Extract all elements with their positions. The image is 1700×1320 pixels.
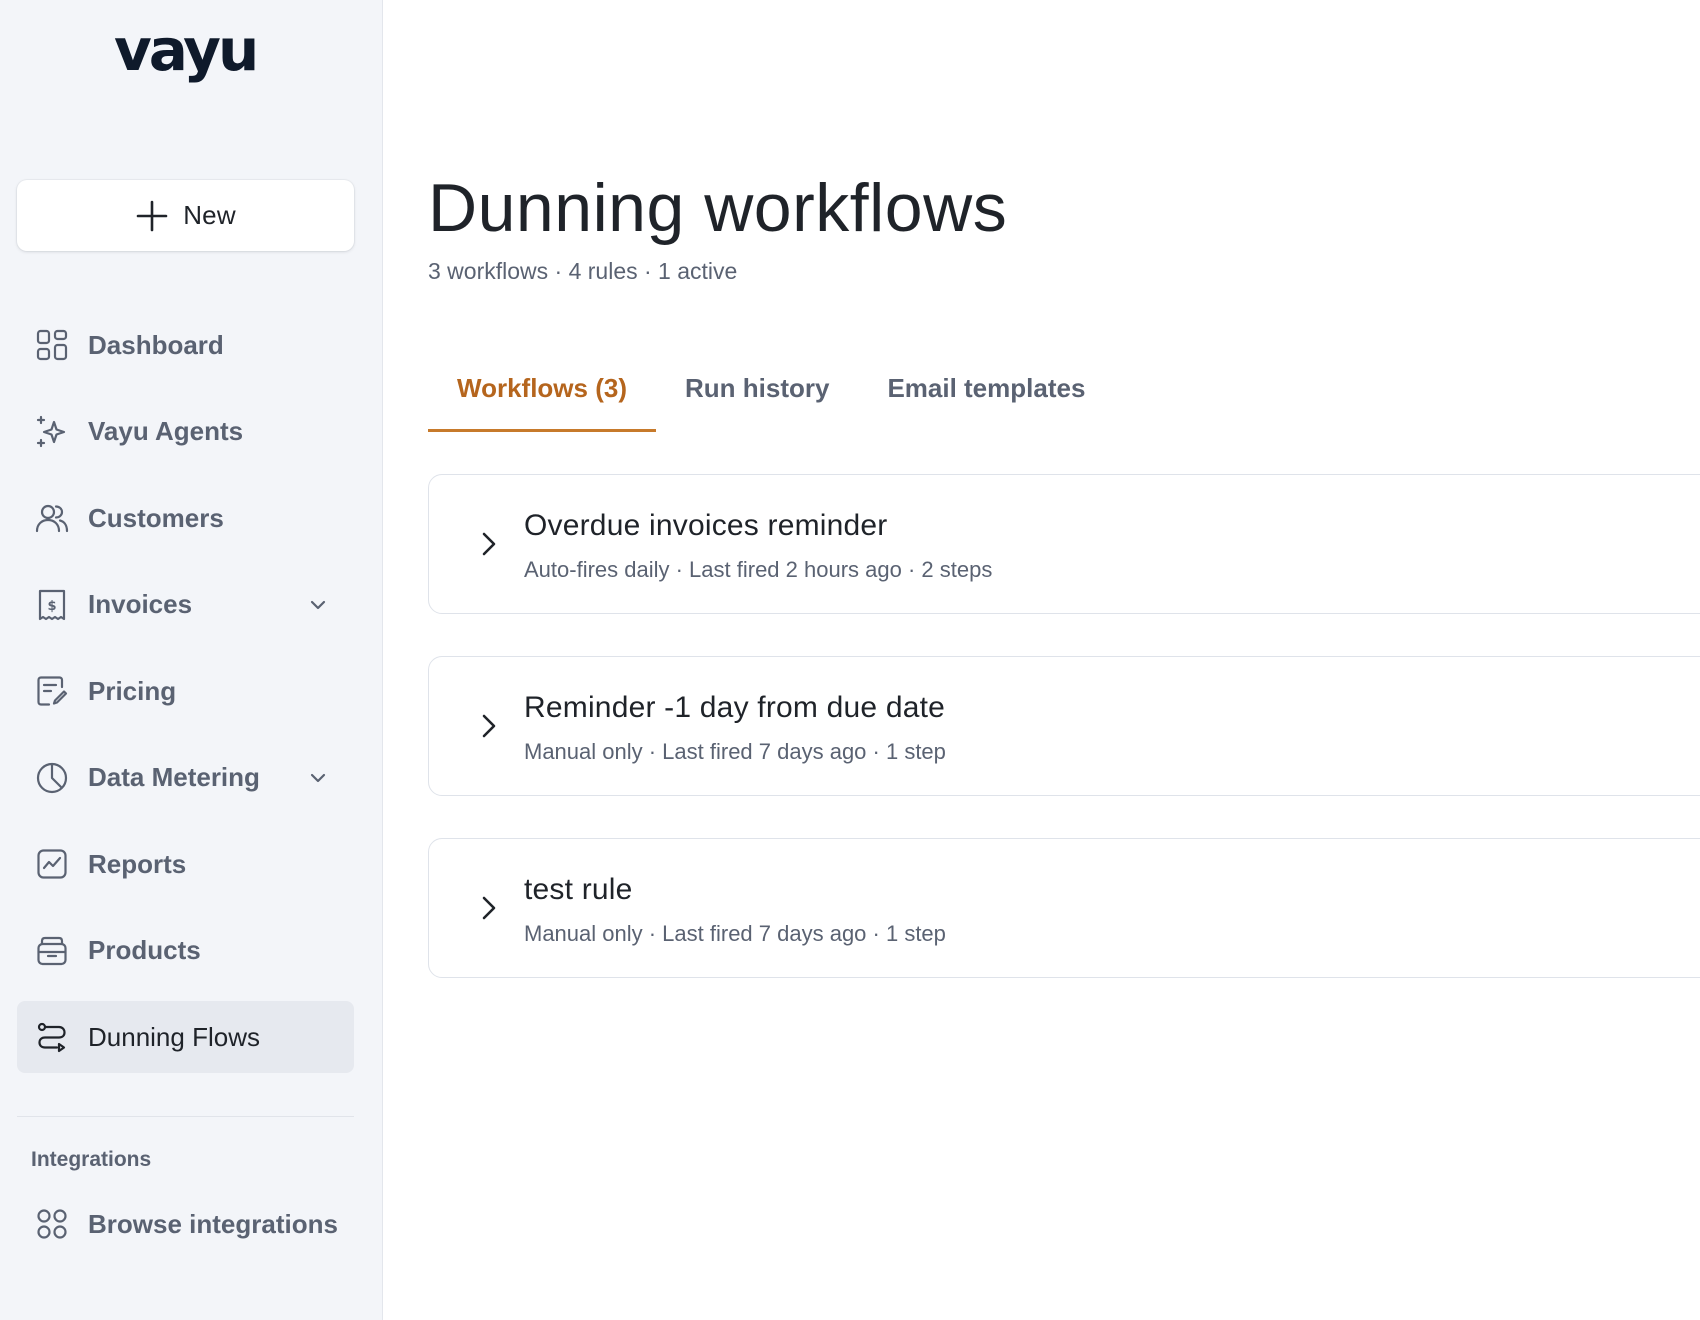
archive-box-icon <box>35 934 69 968</box>
svg-text:$: $ <box>47 599 56 614</box>
chevron-right-icon[interactable] <box>471 708 507 744</box>
invoice-receipt-icon: $ <box>35 588 69 622</box>
sidebar-item-label: Vayu Agents <box>88 416 244 446</box>
sidebar-item-label: Invoices <box>88 589 193 619</box>
dashboard-grid-icon <box>35 328 69 362</box>
sidebar-item-customers[interactable]: Customers <box>17 482 354 554</box>
new-button-label: New <box>183 200 236 230</box>
integrations-nav: Browse integrations <box>17 1188 354 1275</box>
users-icon <box>35 501 69 535</box>
circles-grid-icon <box>35 1207 69 1241</box>
sidebar-item-reports[interactable]: Reports <box>17 828 354 900</box>
sidebar-divider <box>17 1116 354 1117</box>
page-title: Dunning workflows <box>428 170 1008 246</box>
sidebar-item-dashboard[interactable]: Dashboard <box>17 309 354 381</box>
sidebar-item-dunning-flows[interactable]: Dunning Flows <box>17 1001 354 1073</box>
workflow-meta: Manual only · Last fired 7 days ago · 1 … <box>524 921 946 946</box>
tab-run-history[interactable]: Run history <box>656 360 858 432</box>
new-button[interactable]: New <box>17 180 354 251</box>
sidebar-item-label: Customers <box>88 502 224 533</box>
sidebar-item-label: Browse integrations <box>88 1208 338 1239</box>
tab-bar: Workflows (3) Run history Email template… <box>428 360 1114 432</box>
sparkle-icon <box>35 415 69 449</box>
sidebar-item-browse-integrations[interactable]: Browse integrations <box>17 1188 354 1260</box>
sidebar-item-label: Reports <box>88 848 187 879</box>
sidebar-item-label: Pricing <box>88 675 177 706</box>
sidebar-item-data-metering[interactable]: Data Metering <box>17 742 354 814</box>
sidebar-item-invoices[interactable]: $ Invoices <box>17 569 354 641</box>
sidebar-item-label: Dunning Flows <box>88 1021 260 1052</box>
main-content: Dunning workflows 3 workflows · 4 rules … <box>384 0 1700 1320</box>
workflow-meta: Auto-fires daily · Last fired 2 hours ag… <box>524 557 993 582</box>
logo-text: vayu <box>114 24 256 84</box>
sidebar-item-label: Products <box>88 935 201 965</box>
workflow-title: Overdue invoices reminder <box>524 509 888 542</box>
workflow-card[interactable]: test rule Manual only · Last fired 7 day… <box>428 838 1700 978</box>
line-chart-icon <box>35 847 69 881</box>
vayu-logo[interactable]: vayu <box>110 24 270 100</box>
sidebar-item-products[interactable]: Products <box>17 915 354 987</box>
workflow-meta: Manual only · Last fired 7 days ago · 1 … <box>524 739 946 764</box>
chevron-down-icon[interactable] <box>306 766 330 790</box>
chevron-right-icon[interactable] <box>471 526 507 562</box>
chevron-down-icon[interactable] <box>306 593 330 617</box>
plus-icon <box>136 200 168 231</box>
sidebar-item-label: Data Metering <box>88 762 260 792</box>
sidebar-item-vayu-agents[interactable]: Vayu Agents <box>17 396 354 468</box>
tab-email-templates[interactable]: Email templates <box>858 360 1114 432</box>
integrations-section-label: Integrations <box>31 1148 152 1171</box>
sidebar: vayu New Dashboard Vayu Agents Customers… <box>0 0 383 1320</box>
workflow-title: Reminder -1 day from due date <box>524 691 946 724</box>
sidebar-item-pricing[interactable]: Pricing <box>17 655 354 727</box>
workflow-title: test rule <box>524 873 633 906</box>
chevron-right-icon[interactable] <box>471 890 507 926</box>
pie-chart-icon <box>35 761 69 795</box>
workflow-card[interactable]: Reminder -1 day from due date Manual onl… <box>428 656 1700 796</box>
workflow-card[interactable]: Overdue invoices reminder Auto-fires dai… <box>428 474 1700 614</box>
sidebar-nav: Dashboard Vayu Agents Customers $ Invoic… <box>17 309 354 1088</box>
route-flow-icon <box>35 1020 69 1054</box>
sidebar-item-label: Dashboard <box>88 329 224 360</box>
page-subtitle: 3 workflows · 4 rules · 1 active <box>428 258 738 284</box>
tab-workflows[interactable]: Workflows (3) <box>428 360 656 432</box>
edit-document-icon <box>35 674 69 708</box>
